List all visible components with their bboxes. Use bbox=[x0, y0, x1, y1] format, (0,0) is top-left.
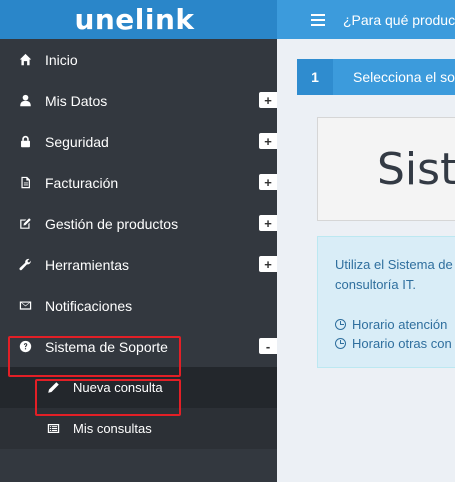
main-content: 1 Selecciona el soporte Sistema Utiliza … bbox=[277, 39, 455, 482]
expand-button[interactable]: + bbox=[259, 92, 277, 108]
sidebar-item-notificaciones[interactable]: Notificaciones bbox=[0, 285, 277, 326]
envelope-icon bbox=[18, 299, 32, 313]
sidebar-item-label: Inicio bbox=[45, 51, 78, 68]
lock-icon bbox=[18, 135, 32, 149]
sidebar-item-seguridad[interactable]: Seguridad + bbox=[0, 121, 277, 162]
clock-icon bbox=[335, 338, 346, 349]
header-question: ¿Para qué producto... bbox=[343, 11, 455, 28]
step-text: Selecciona el soporte bbox=[353, 69, 455, 85]
clock-icon bbox=[335, 319, 346, 330]
edit-icon bbox=[18, 217, 32, 231]
sidebar-item-label: Mis Datos bbox=[45, 92, 108, 109]
step-number: 1 bbox=[297, 59, 333, 95]
sidebar-item-label: Herramientas bbox=[45, 256, 130, 273]
home-icon bbox=[18, 53, 32, 67]
sidebar-item-gestion-productos[interactable]: Gestión de productos + bbox=[0, 203, 277, 244]
sidebar-item-label: Notificaciones bbox=[45, 297, 133, 314]
schedule-text: Horario atención bbox=[352, 317, 448, 332]
info-text-line2: consultoría IT. bbox=[335, 277, 416, 292]
file-icon bbox=[18, 176, 32, 190]
submenu-item-label: Nueva consulta bbox=[73, 380, 163, 395]
sidebar-menu: Inicio Mis Datos + Seguridad + Facturaci… bbox=[0, 39, 277, 367]
sidebar: unelink Inicio Mis Datos + Seguridad + F… bbox=[0, 0, 277, 482]
schedule-line2: Horario otras con bbox=[335, 336, 452, 351]
system-title: Sistema bbox=[377, 143, 455, 195]
sidebar-item-label: Seguridad bbox=[45, 133, 109, 150]
expand-button[interactable]: + bbox=[259, 215, 277, 231]
sidebar-item-label: Facturación bbox=[45, 174, 119, 191]
expand-button[interactable]: + bbox=[259, 256, 277, 272]
schedule-line1: Horario atención bbox=[335, 317, 447, 332]
submenu-item-mis-consultas[interactable]: Mis consultas bbox=[0, 408, 277, 449]
user-icon bbox=[18, 94, 32, 108]
sidebar-item-label: Gestión de productos bbox=[45, 215, 179, 232]
submenu-item-label: Mis consultas bbox=[73, 421, 152, 436]
info-text-line1: Utiliza el Sistema de bbox=[335, 257, 453, 272]
submenu-item-nueva-consulta[interactable]: Nueva consulta bbox=[0, 367, 277, 408]
expand-button[interactable]: + bbox=[259, 174, 277, 190]
step-header: 1 Selecciona el soporte bbox=[297, 59, 455, 95]
sidebar-item-label: Sistema de Soporte bbox=[45, 338, 168, 355]
collapse-button[interactable]: - bbox=[259, 338, 277, 354]
system-title-box: Sistema bbox=[317, 117, 455, 221]
expand-button[interactable]: + bbox=[259, 133, 277, 149]
list-icon bbox=[46, 422, 60, 436]
logo[interactable]: unelink bbox=[74, 3, 194, 36]
wrench-icon bbox=[18, 258, 32, 272]
sidebar-item-mis-datos[interactable]: Mis Datos + bbox=[0, 80, 277, 121]
sidebar-item-sistema-soporte[interactable]: Sistema de Soporte - bbox=[0, 326, 277, 367]
support-submenu: Nueva consulta Mis consultas bbox=[0, 367, 277, 449]
menu-toggle-icon[interactable] bbox=[311, 13, 325, 26]
logo-bar: unelink bbox=[0, 0, 277, 39]
pencil-icon bbox=[46, 381, 60, 395]
sidebar-item-facturacion[interactable]: Facturación + bbox=[0, 162, 277, 203]
sidebar-item-inicio[interactable]: Inicio bbox=[0, 39, 277, 80]
top-header: ¿Para qué producto... bbox=[277, 0, 455, 39]
question-circle-icon bbox=[18, 340, 32, 354]
info-box: Utiliza el Sistema de consultoría IT. Ho… bbox=[317, 236, 455, 368]
schedule-text: Horario otras con bbox=[352, 336, 452, 351]
sidebar-item-herramientas[interactable]: Herramientas + bbox=[0, 244, 277, 285]
